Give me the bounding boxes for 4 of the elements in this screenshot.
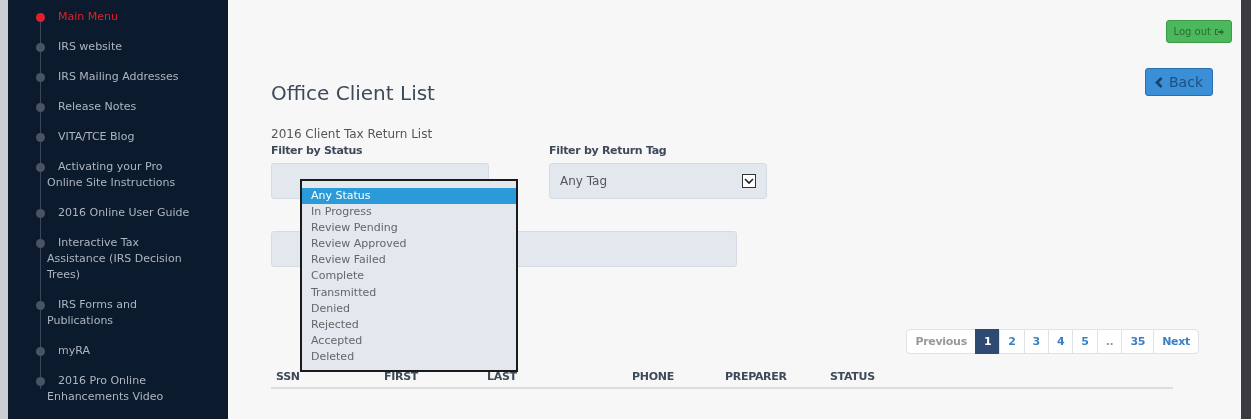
filter-label: Filter by Return Tag <box>549 144 668 157</box>
page-title: Office Client List <box>271 81 435 105</box>
filter-label: Filter by Status <box>271 144 364 157</box>
list-subtitle: 2016 Client Tax Return List <box>271 127 434 141</box>
